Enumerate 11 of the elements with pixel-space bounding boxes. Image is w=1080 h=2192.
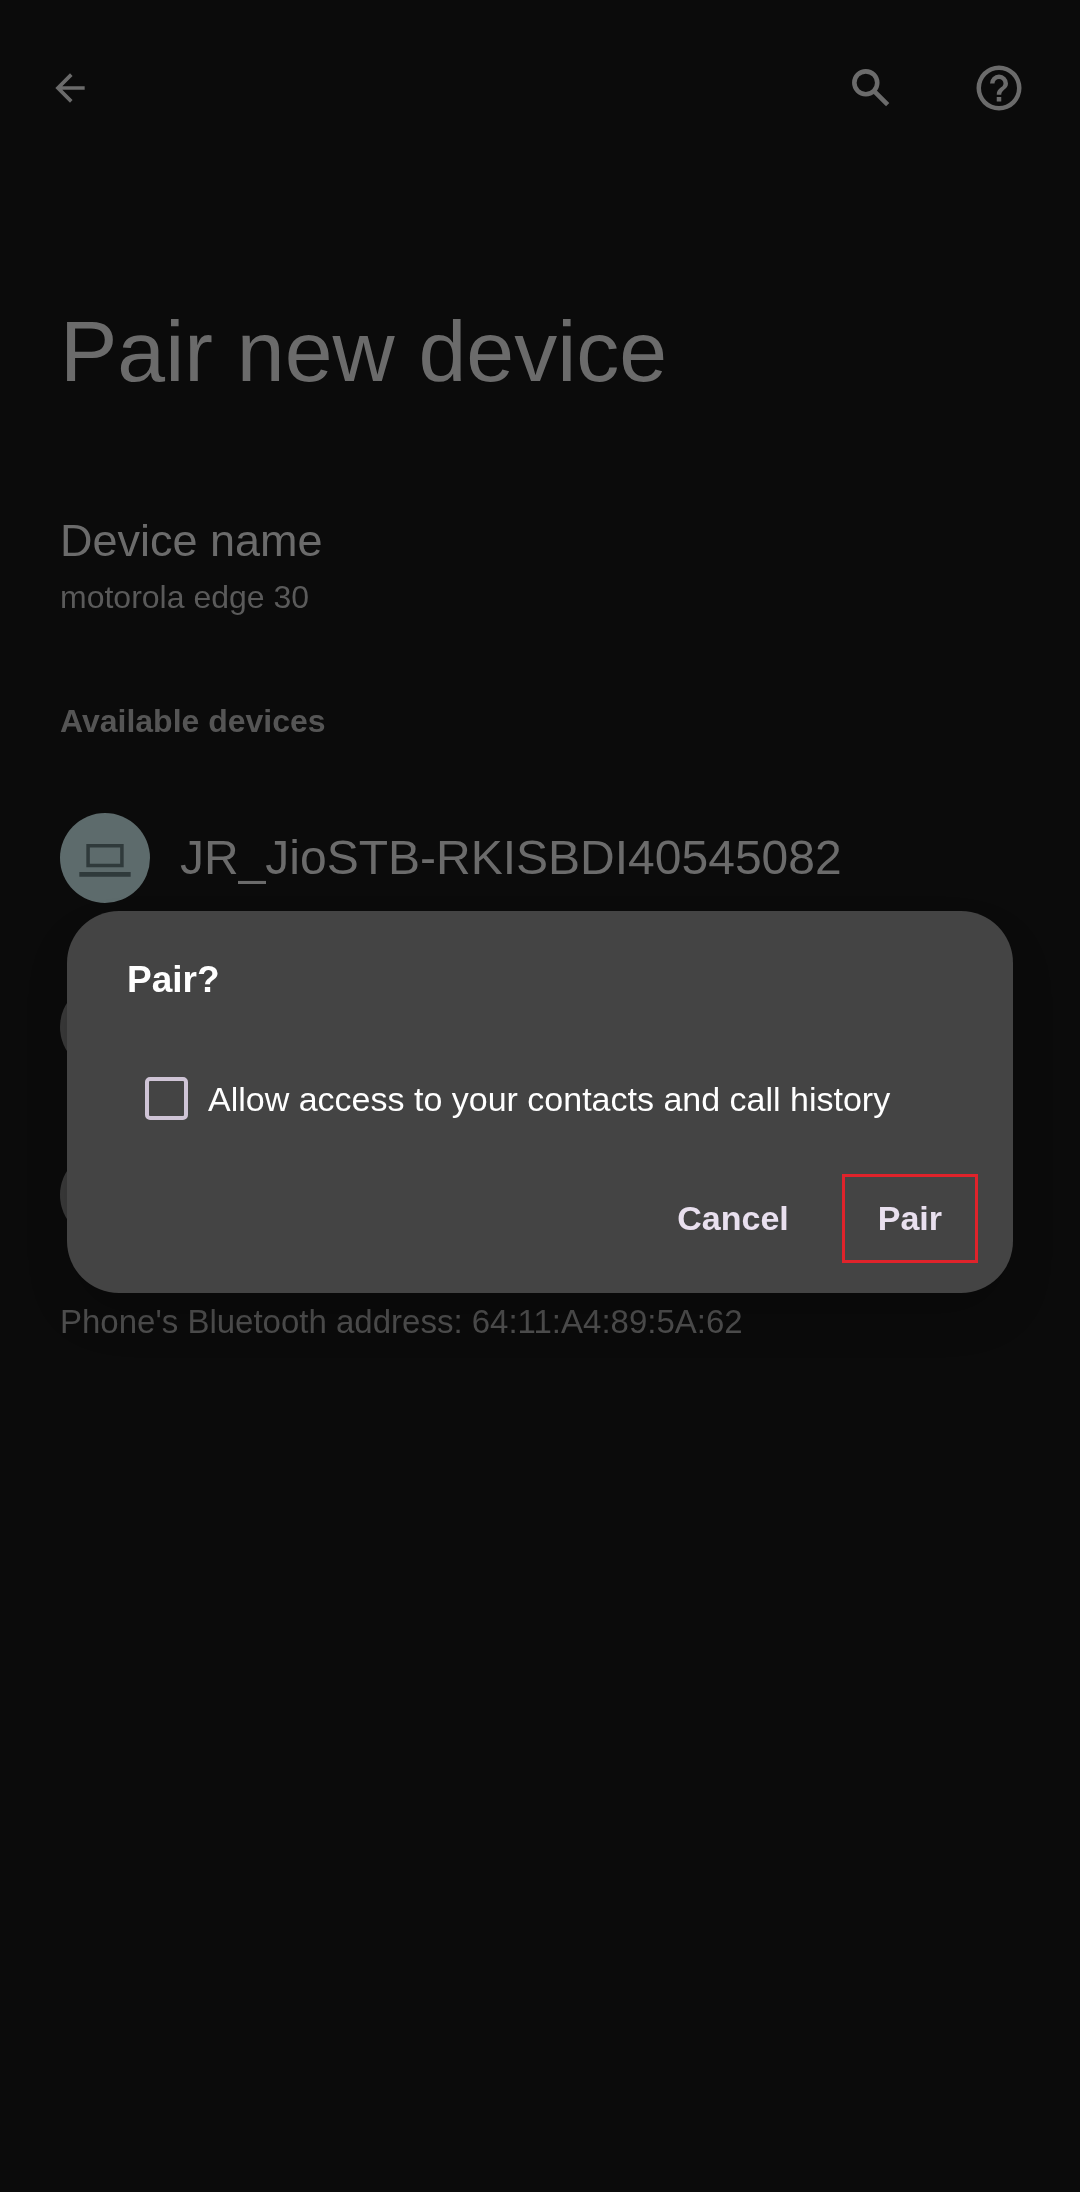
pair-button[interactable]: Pair	[841, 1174, 978, 1263]
section-header: Available devices	[60, 705, 327, 737]
dialog-title: Pair?	[127, 961, 220, 998]
cancel-button[interactable]: Cancel	[644, 1174, 822, 1263]
checkbox-label: Allow access to your contacts and call history	[208, 1081, 891, 1116]
checkbox[interactable]	[145, 1077, 188, 1120]
bluetooth-address: Phone's Bluetooth address: 64:11:A4:89:5A:62	[60, 1305, 744, 1338]
device-name-value: motorola edge 30	[60, 581, 311, 613]
page-title: Pair new device	[60, 308, 669, 394]
device-name[interactable]: JR_JioSTB-RKISBDI40545082	[180, 834, 842, 882]
device-name-label: Device name	[60, 518, 324, 563]
